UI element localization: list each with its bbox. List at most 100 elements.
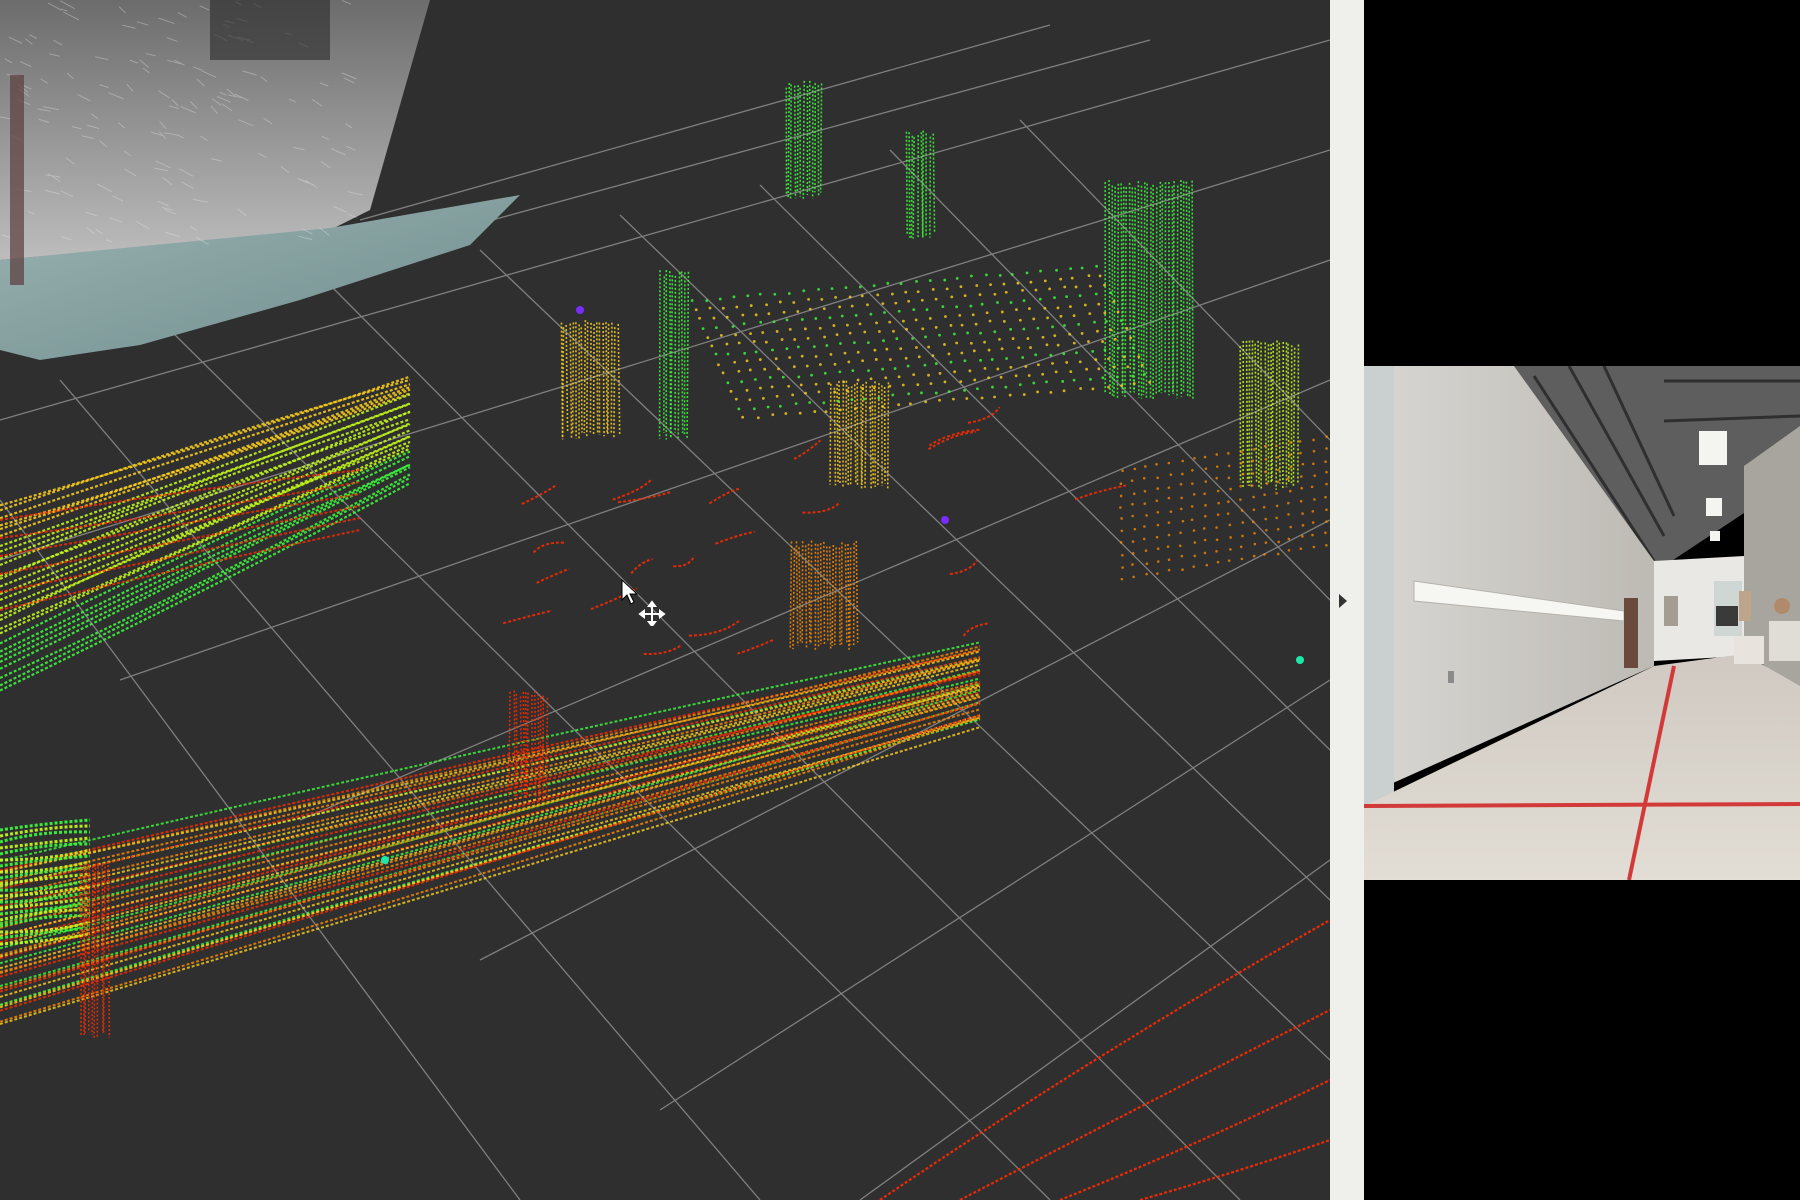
scan-point <box>1059 277 1063 281</box>
scan-point <box>1251 520 1255 524</box>
wall-scan-green <box>1275 340 1278 490</box>
scan-point <box>746 294 750 298</box>
grid-line <box>359 24 1051 221</box>
scan-strand-corridor <box>0 649 981 872</box>
scan-point <box>731 325 735 328</box>
grid-line <box>859 859 1330 1200</box>
scan-point <box>1202 527 1206 530</box>
scan-point <box>1299 547 1303 551</box>
scan-point <box>1079 387 1083 390</box>
person-scan-yellow <box>871 385 874 486</box>
scan-point <box>1312 438 1315 442</box>
person-scan-yellow <box>602 323 605 437</box>
scan-point <box>944 315 947 318</box>
scan-point <box>970 274 973 278</box>
scan-point <box>1009 365 1013 369</box>
wall-scan-green <box>1145 183 1148 398</box>
scan-point <box>1301 535 1304 538</box>
collapse-arrow-icon[interactable] <box>1339 594 1347 608</box>
scan-point <box>735 305 739 309</box>
obstacle-scan-orange <box>807 543 811 645</box>
wall-scan-green <box>1250 340 1254 489</box>
scan-point <box>874 358 878 361</box>
person-scan-yellow <box>569 323 573 439</box>
scan-point <box>785 318 789 322</box>
scan-point <box>958 313 962 317</box>
wall-scan-green <box>1245 340 1249 486</box>
point-cloud-scene[interactable] <box>0 0 1330 1200</box>
scan-point <box>1103 283 1106 287</box>
scan-point <box>950 295 954 299</box>
scan-point <box>1276 480 1280 484</box>
scan-point <box>1026 337 1030 340</box>
scan-point <box>1324 460 1327 463</box>
scan-point <box>1131 540 1135 543</box>
post-scan-red <box>107 864 111 1038</box>
scan-point <box>1101 376 1105 380</box>
scan-point <box>759 386 762 390</box>
scan-point <box>726 352 730 356</box>
scan-point <box>888 358 892 361</box>
scan-point <box>901 383 905 387</box>
scan-point <box>1215 549 1218 553</box>
scan-point <box>895 337 899 340</box>
scan-point <box>906 364 910 368</box>
camera-view-panel <box>1364 0 1800 1200</box>
scan-point <box>929 382 933 386</box>
scan-point <box>1049 390 1053 394</box>
scan-point <box>1241 521 1245 524</box>
scan-point <box>1301 462 1305 466</box>
scan-point <box>1089 377 1092 381</box>
scan-point <box>973 378 977 382</box>
scan-point <box>979 358 982 362</box>
obstacle-scan-orange <box>828 546 832 650</box>
wall-scan-green <box>932 133 936 233</box>
scan-point <box>792 301 796 304</box>
scan-point <box>1181 519 1185 523</box>
scan-point <box>830 287 834 291</box>
scan-point <box>752 340 756 343</box>
floor-scan-red <box>617 491 672 504</box>
scan-point <box>1229 548 1232 551</box>
scan-point <box>758 358 762 361</box>
scan-point <box>1227 476 1231 480</box>
wall-scan-green <box>1271 342 1275 483</box>
scan-point <box>999 375 1003 379</box>
scan-point <box>721 371 725 375</box>
floor-scan-red <box>612 478 653 501</box>
scan-point <box>1156 510 1160 514</box>
grid-line <box>169 329 1051 1200</box>
scan-point <box>1156 560 1160 563</box>
wall-scan-green <box>1185 181 1189 398</box>
scan-point <box>938 372 942 375</box>
scan-point <box>808 307 812 311</box>
panel-splitter[interactable] <box>1330 0 1364 1200</box>
scan-point <box>882 339 885 343</box>
scan-point <box>1287 548 1291 552</box>
scan-point <box>1087 340 1090 343</box>
wall-scan-green <box>1191 180 1194 400</box>
scan-point <box>1143 525 1146 528</box>
scan-point <box>753 378 757 381</box>
scan-point <box>1289 465 1293 469</box>
scan-point <box>920 391 923 395</box>
scan-point <box>1119 506 1122 509</box>
scan-point <box>1075 351 1078 355</box>
3d-viewport[interactable] <box>0 0 1330 1200</box>
scan-point <box>775 330 779 333</box>
scan-point <box>993 330 997 334</box>
scan-point <box>969 341 973 345</box>
scan-point <box>740 380 744 384</box>
scan-point <box>748 368 752 372</box>
scan-point <box>1167 558 1171 561</box>
scan-point <box>924 400 928 404</box>
scan-point <box>867 369 870 373</box>
scan-point <box>734 333 738 337</box>
scan-point <box>928 279 932 282</box>
scan-point <box>1132 492 1136 496</box>
scan-point <box>1227 559 1231 562</box>
scan-point <box>1301 524 1305 527</box>
scan-point <box>792 365 796 369</box>
scan-point <box>812 345 816 349</box>
scan-point <box>1300 475 1303 478</box>
